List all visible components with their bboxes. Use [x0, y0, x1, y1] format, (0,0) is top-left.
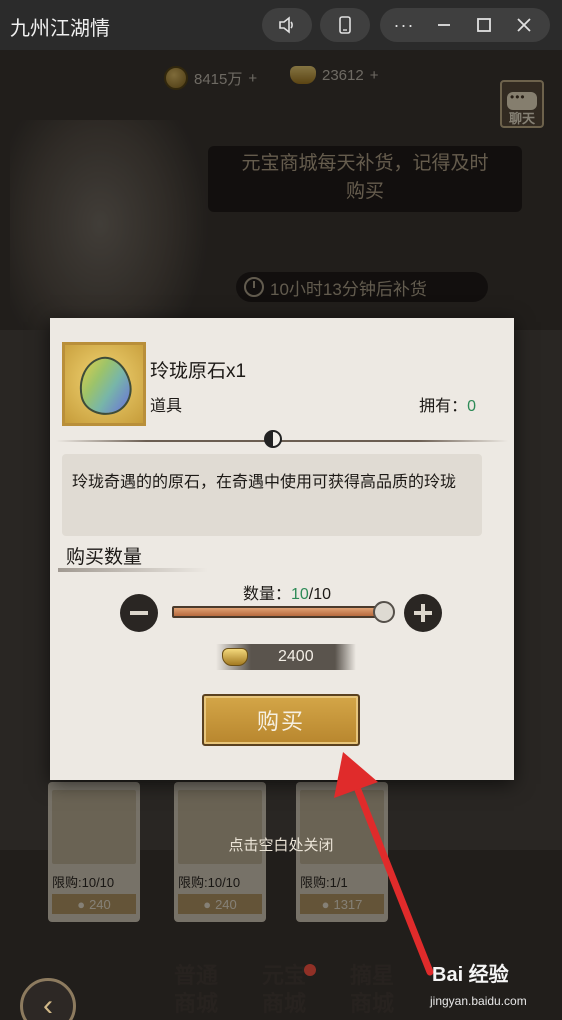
- quantity-heading: 购买数量: [66, 547, 143, 568]
- chevron-left-icon: ‹: [43, 989, 53, 1020]
- item-frame: [62, 342, 146, 426]
- quantity-readout: 数量：10/10: [242, 586, 332, 603]
- slider-fill: [174, 608, 382, 616]
- item-name: 玲珑原石x1: [150, 361, 247, 382]
- purchase-dialog: 玲珑原石x1 道具 拥有：0 玲珑奇遇的的原石，在奇遇中使用可获得高品质的玲珑 …: [50, 318, 514, 780]
- app-title: 九州江湖情: [10, 18, 110, 40]
- tab-ingot-shop[interactable]: 元宝 商城: [248, 962, 320, 1020]
- maximize-button[interactable]: [466, 8, 502, 42]
- watermark-brand: Bai 经验: [432, 964, 509, 986]
- tab-normal-shop[interactable]: 普通 商城: [160, 962, 232, 1020]
- notification-dot: [304, 964, 316, 976]
- volume-button[interactable]: [262, 8, 312, 42]
- item-type: 道具: [150, 398, 183, 415]
- heading-underline: [58, 568, 208, 572]
- cost-amount: 2400: [278, 648, 314, 665]
- owned-count: 拥有：0: [419, 398, 476, 415]
- watermark-url: jingyan.baidu.com: [430, 994, 527, 1008]
- yinyang-icon: [264, 430, 282, 448]
- quantity-slider[interactable]: [172, 606, 384, 618]
- decrease-button[interactable]: [120, 594, 158, 632]
- ingot-icon: [222, 648, 248, 666]
- maximize-icon: [477, 18, 491, 32]
- close-window-button[interactable]: [506, 8, 542, 42]
- phone-mode-button[interactable]: [320, 8, 370, 42]
- volume-icon: [279, 16, 293, 34]
- minimize-icon: [438, 24, 450, 26]
- slider-handle[interactable]: [373, 601, 395, 623]
- more-icon: ···: [393, 14, 415, 35]
- gem-icon: [73, 352, 137, 420]
- increase-button[interactable]: [404, 594, 442, 632]
- tab-star-shop[interactable]: 摘星 商城: [336, 962, 408, 1020]
- window-titlebar: 九州江湖情 ···: [0, 0, 562, 50]
- phone-icon: [339, 16, 351, 34]
- divider: [50, 430, 514, 448]
- minus-icon: [130, 611, 148, 615]
- buy-button[interactable]: 购买: [202, 694, 360, 746]
- close-icon: [517, 18, 531, 32]
- more-button[interactable]: ···: [386, 8, 422, 42]
- minimize-button[interactable]: [426, 8, 462, 42]
- close-hint: 点击空白处关闭: [228, 837, 334, 854]
- plus-icon: [414, 604, 432, 622]
- back-button[interactable]: ‹: [20, 978, 76, 1020]
- item-description: 玲珑奇遇的的原石，在奇遇中使用可获得高品质的玲珑: [62, 454, 482, 536]
